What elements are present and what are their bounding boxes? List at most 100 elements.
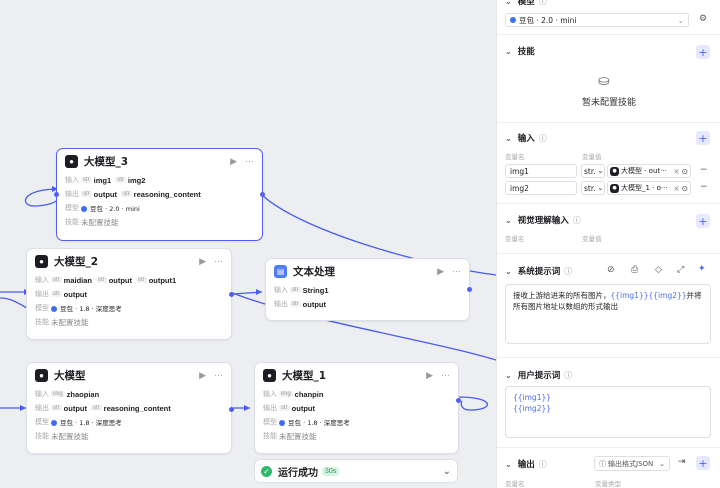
output-key: 输出 <box>274 300 288 308</box>
prompt-text: 片地址以数组的形式输出 <box>535 302 619 311</box>
model-name: 豆包 · 2.0 · mini <box>90 205 140 213</box>
type-badge: str <box>96 277 107 283</box>
target-icon[interactable]: ⊙ <box>682 167 688 176</box>
vision-input-section: ⌄ 视觉理解输入 ⓘ + 变量名 变量值 <box>497 204 720 254</box>
input-name-value: img1 <box>510 166 529 176</box>
output-key: 输出 <box>35 404 49 412</box>
input-key: 输入 <box>263 390 277 398</box>
column-header-name: 变量名 <box>505 235 525 243</box>
model-select-value: 豆包 · 2.0 · mini <box>519 15 577 25</box>
input-name: maidian <box>63 275 93 285</box>
vision-section-header[interactable]: ⌄ 视觉理解输入 ⓘ <box>505 214 581 227</box>
run-icon[interactable]: ▶ <box>230 156 237 167</box>
output-port[interactable] <box>229 292 234 297</box>
reference-value: 大模型_1 · o··· <box>621 184 668 192</box>
output-port[interactable] <box>260 192 265 197</box>
column-header-name: 变量名 <box>505 153 525 161</box>
chevron-down-icon: ⌄ <box>597 166 604 175</box>
input-name-field[interactable]: img1 <box>505 164 577 178</box>
model-select[interactable]: 豆包 · 2.0 · mini ⌄ <box>505 13 689 27</box>
more-icon[interactable]: ··· <box>441 370 450 380</box>
ai-optimize-icon[interactable]: ⊘ <box>607 265 615 275</box>
more-icon[interactable]: ··· <box>245 156 254 166</box>
run-icon[interactable]: ▶ <box>199 256 206 267</box>
add-input-button[interactable]: + <box>696 131 710 145</box>
check-circle-icon: ✓ <box>261 465 272 477</box>
add-skill-button[interactable]: + <box>696 45 710 59</box>
node-llm1[interactable]: ● 大模型_1 ▶ ··· 输入 img chanpin 输出 str output… <box>254 362 461 454</box>
run-status-bar[interactable]: ✓ 运行成功 30s ⌄ <box>254 459 458 483</box>
node-title: 大模型 <box>54 369 86 382</box>
node-title: 大模型_1 <box>282 369 327 382</box>
remove-row-icon[interactable]: − <box>700 182 708 192</box>
chevron-down-icon: ⌄ <box>505 370 512 380</box>
reference-select[interactable]: ● 大模型 · out··· × ⊙ <box>607 164 691 178</box>
import-icon[interactable]: ⇥ <box>678 457 686 467</box>
node-llm3[interactable]: ● 大模型_3 ▶ ··· 输入 str img1 str img2 输出 str o… <box>54 148 265 241</box>
expand-icon[interactable]: ⤢ <box>677 265 684 275</box>
user-prompt-header[interactable]: ⌄ 用户提示词 ⓘ <box>505 369 573 382</box>
run-icon[interactable]: ▶ <box>437 266 444 277</box>
run-icon[interactable]: ▶ <box>199 370 206 381</box>
output-port[interactable] <box>456 398 461 403</box>
input-key: 输入 <box>35 390 49 398</box>
robot-icon: ● <box>35 368 48 382</box>
info-icon: ⓘ <box>564 370 573 380</box>
skill-key: 技能 <box>65 218 79 226</box>
run-icon[interactable]: ▶ <box>426 370 433 381</box>
close-icon[interactable]: × <box>673 184 679 193</box>
robot-icon: ● <box>610 166 619 176</box>
skill-key: 技能 <box>263 432 277 440</box>
more-icon[interactable]: ··· <box>452 266 461 276</box>
output-name: output <box>291 403 315 413</box>
input-name-field[interactable]: img2 <box>505 181 577 195</box>
chevron-down-icon: ⌄ <box>505 459 512 469</box>
model-name: 豆包 · 1.8 · 深度思考 <box>60 419 122 427</box>
template-icon[interactable]: ⎙ <box>631 265 638 275</box>
system-prompt-input[interactable]: 接收上游给进来的所有图片，{{img1}}{{img2}}并将所有图片地址以数组… <box>505 284 711 344</box>
system-prompt-header[interactable]: ⌄ 系统提示词 ⓘ <box>505 265 572 278</box>
robot-icon: ● <box>610 183 619 193</box>
output-name: output <box>63 289 87 299</box>
output-section: ⌄ 输出 ⓘ ⓘ 输出格式JSON ⌄ ⇥ + 变量名 变量类型 <box>497 448 720 488</box>
skill-icon[interactable]: ◇ <box>655 265 662 275</box>
info-icon: ⓘ <box>538 459 547 469</box>
output-section-header[interactable]: ⌄ 输出 ⓘ <box>505 458 547 471</box>
chevron-down-icon[interactable]: ⌄ <box>443 466 451 477</box>
output-format-select[interactable]: ⓘ 输出格式JSON ⌄ <box>594 456 670 471</box>
skills-section-header[interactable]: ⌄ 技能 <box>505 45 535 58</box>
chevron-down-icon: ⌄ <box>505 0 512 6</box>
workflow-canvas[interactable]: ● 大模型_3 ▶ ··· 输入 str img1 str img2 输出 str o… <box>0 0 496 488</box>
input-name: img2 <box>127 175 146 185</box>
type-badge: str <box>51 291 62 297</box>
section-title: 输出 <box>517 460 535 470</box>
node-llm2[interactable]: ● 大模型_2 ▶ ··· 输入 str maidian str output st… <box>26 248 234 340</box>
type-badge: str <box>91 405 102 411</box>
output-port[interactable] <box>229 407 234 412</box>
output-port[interactable] <box>467 287 472 292</box>
output-name: output <box>63 403 87 413</box>
user-prompt-input[interactable]: {{img1}} {{img2}} <box>505 386 711 438</box>
output-name: output <box>302 299 326 309</box>
type-badge: str <box>290 301 301 307</box>
magic-wand-icon[interactable]: ✦ <box>698 264 706 274</box>
user-prompt-section: ⌄ 用户提示词 ⓘ {{img1}} {{img2}} <box>497 358 720 448</box>
inputs-section-header[interactable]: ⌄ 输入 ⓘ <box>505 132 547 145</box>
model-section-header[interactable]: ⌄ 模型 ⓘ <box>505 0 547 7</box>
node-text-process[interactable]: ▤ 文本处理 ▶ ··· 输入 str String1 输出 str output <box>265 258 472 321</box>
more-icon[interactable]: ··· <box>214 370 223 380</box>
input-port[interactable] <box>54 192 59 197</box>
node-llm[interactable]: ● 大模型 ▶ ··· 输入 img zhaopian 输出 str output … <box>26 362 234 454</box>
input-name: img1 <box>93 175 112 185</box>
skill-key: 技能 <box>35 432 49 440</box>
close-icon[interactable]: × <box>673 167 679 176</box>
target-icon[interactable]: ⊙ <box>682 184 688 193</box>
more-icon[interactable]: ··· <box>214 256 223 266</box>
reference-select[interactable]: ● 大模型_1 · o··· × ⊙ <box>607 181 691 195</box>
column-header-type: 变量类型 <box>595 480 621 488</box>
remove-row-icon[interactable]: − <box>700 165 708 175</box>
node-title: 大模型_2 <box>54 255 99 268</box>
add-output-button[interactable]: + <box>696 456 710 470</box>
settings-icon[interactable]: ⚙ <box>699 14 707 24</box>
add-vision-input-button[interactable]: + <box>696 214 710 228</box>
